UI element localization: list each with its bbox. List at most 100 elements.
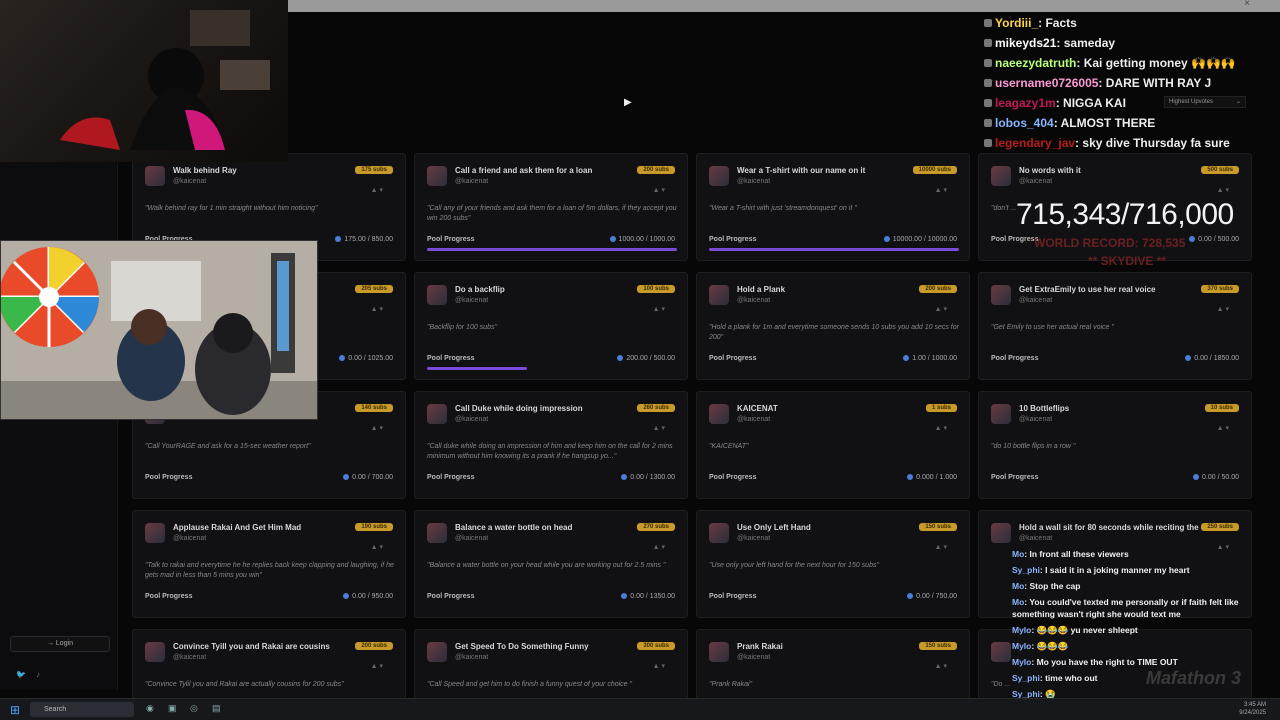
pool-progress-text: 0.000 / 1.000 [916,474,957,481]
pool-progress-label: Pool Progress [427,474,475,481]
vote-buttons[interactable]: ▲ ▾ [653,662,665,670]
avatar [709,642,729,662]
pool-progress-text: 0.00 / 700.00 [352,474,393,481]
quest-card[interactable]: Call Duke while doing impression @kaicena… [414,391,688,499]
login-icon: → [46,640,54,647]
vote-buttons[interactable]: ▲ ▾ [1217,305,1229,313]
taskbar-search[interactable]: Search [30,702,134,717]
chat-message: leagazy1m: NIGGA KAI [984,96,1268,116]
tiktok-icon[interactable]: ♪ [36,670,40,679]
coin-icon [609,236,616,242]
avatar [991,166,1011,186]
world-record-label: WORLD RECORD: 728,535 [1034,236,1186,250]
quest-card[interactable]: KAICENAT @kaicenat 1 subs ▲ ▾ "KAICENAT" Pool… [696,391,970,499]
pool-progress-label: Pool Progress [145,474,193,481]
vote-buttons[interactable]: ▲ ▾ [371,186,383,194]
quest-handle: @kaicenat [455,654,489,661]
vote-buttons[interactable]: ▲ ▾ [371,543,383,551]
webcam-main [0,240,318,420]
chat-message: username0726005: DARE WITH RAY J [984,76,1268,96]
vote-buttons[interactable]: ▲ ▾ [371,305,383,313]
webcam-top [0,0,288,162]
vote-buttons[interactable]: ▲ ▾ [935,305,947,313]
quest-card[interactable]: Balance a water bottle on head @kaicenat 2… [414,510,688,618]
login-button[interactable]: → Login [10,636,110,652]
pool-progress-value: 1000.00 / 1000.00 [609,236,675,243]
quest-title: Applause Rakai And Get Him Mad [173,523,302,532]
quest-card[interactable]: Use Only Left Hand @kaicenat 150 subs ▲ ▾ "U… [696,510,970,618]
chat-message: Sy_phi: I said it in a joking manner my … [1012,562,1274,578]
quest-card[interactable]: Applause Rakai And Get Him Mad @kaicenat 1… [132,510,406,618]
pool-progress-text: 200.00 / 500.00 [626,355,675,362]
pool-progress-text: 0.00 / 50.00 [1202,474,1239,481]
quest-description: "Use only your left hand for the next ho… [709,562,879,569]
quest-card[interactable]: Do a backflip @kaicenat 100 subs ▲ ▾ "Backfl… [414,272,688,380]
quest-description: "Wear a T-shirt with just 'streamdonques… [709,205,857,212]
chat-message: Mo: In front all these viewers [1012,546,1274,562]
coin-icon [907,593,914,599]
pool-progress-value: 0.00 / 950.00 [343,593,393,600]
coin-icon [1185,355,1192,361]
vote-buttons[interactable]: ▲ ▾ [653,305,665,313]
quest-handle: @kaicenat [455,178,489,185]
subs-badge: 10 subs [1204,404,1239,412]
app-icon[interactable]: ▤ [212,703,221,714]
subs-badge: 370 subs [1201,285,1239,293]
folder-icon[interactable]: ▣ [168,703,177,714]
quest-description: "Call any of your friends and ask them f… [427,205,677,222]
vote-buttons[interactable]: ▲ ▾ [935,543,947,551]
vote-buttons[interactable]: ▲ ▾ [1217,186,1229,194]
quest-title: Get Speed To Do Something Funny [455,642,589,651]
quest-card[interactable]: Hold a Plank @kaicenat 200 subs ▲ ▾ "Hold a … [696,272,970,380]
quest-description: "Call Speed and get him to do finish a f… [427,681,632,688]
quest-card[interactable]: Wear a T-shirt with our name on it @kaice… [696,153,970,261]
edge-icon[interactable]: ◉ [146,703,154,714]
vote-buttons[interactable]: ▲ ▾ [1217,424,1229,432]
quest-description: "Convince Tylil you and Rakai are actual… [145,681,344,688]
quest-handle: @kaicenat [1019,535,1053,542]
vote-buttons[interactable]: ▲ ▾ [653,186,665,194]
quest-title: Walk behind Ray [173,166,237,175]
avatar [709,285,729,305]
quest-card[interactable]: Get ExtraEmily to use her real voice @kai… [978,272,1252,380]
quest-handle: @kaicenat [737,178,771,185]
pool-progress-text: 175.00 / 850.00 [344,236,393,243]
pool-progress-value: 0.00 / 50.00 [1193,474,1239,481]
quest-card[interactable]: Call a friend and ask them for a loan @ka… [414,153,688,261]
avatar [991,285,1011,305]
coin-icon [621,474,628,480]
pool-progress-label: Pool Progress [427,593,475,600]
quest-title: Prank Rakai [737,642,783,651]
quest-card[interactable]: 10 Bottleflips @kaicenat 10 subs ▲ ▾ "do 10 … [978,391,1252,499]
vote-buttons[interactable]: ▲ ▾ [935,424,947,432]
chat-colon: : [1098,76,1106,90]
vote-buttons[interactable]: ▲ ▾ [935,662,947,670]
pool-progress-label: Pool Progress [709,355,757,362]
subs-badge: 175 subs [355,166,393,174]
chat-message: naeezydatruth: Kai getting money 🙌🙌🙌 [984,56,1268,76]
quest-description: "do 10 bottle flips in a row " [991,443,1076,450]
vote-buttons[interactable]: ▲ ▾ [653,424,665,432]
vote-buttons[interactable]: ▲ ▾ [653,543,665,551]
twitter-icon[interactable]: 🐦 [16,670,26,679]
pool-progress-value: 1.00 / 1000.00 [903,355,957,362]
vote-buttons[interactable]: ▲ ▾ [935,186,947,194]
coin-icon [335,236,342,242]
chrome-icon[interactable]: ◎ [190,703,198,714]
close-icon[interactable]: × [1244,0,1250,9]
chat-username: Mylo [1012,657,1032,667]
windows-start-icon[interactable]: ⊞ [10,703,20,717]
avatar [991,404,1011,424]
subs-badge: 300 subs [637,642,675,650]
vote-buttons[interactable]: ▲ ▾ [371,662,383,670]
chat-message: Mo: You could've texted me personally or… [1012,594,1274,622]
chat-text: Facts [1045,16,1077,30]
pool-progress-text: 1.00 / 1000.00 [912,355,957,362]
quest-handle: @kaicenat [737,416,771,423]
vote-buttons[interactable]: ▲ ▾ [371,424,383,432]
pool-progress-text: 0.00 / 500.00 [1198,236,1239,243]
taskbar-clock: 3:45 AM 9/24/2025 [1239,701,1266,717]
pool-progress-text: 0.00 / 1025.00 [348,355,393,362]
chat-text: : Mo you have the right to TIME OUT [1031,657,1178,667]
badge-icon [984,59,992,67]
